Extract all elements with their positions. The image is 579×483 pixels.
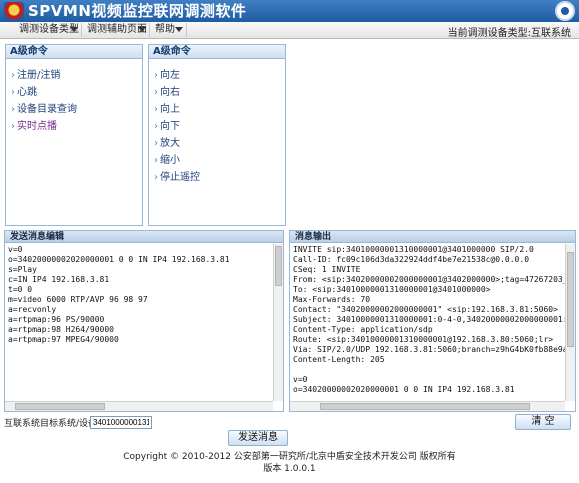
panel-a-commands-ptz: A级命令 向左 向右 向上 向下 放大 缩小 停止遥控 <box>148 44 286 226</box>
send-message-textarea[interactable]: v=0 o=34020000002020000001 0 0 IN IP4 19… <box>5 243 273 401</box>
output-editor-title: 消息输出 <box>290 231 575 243</box>
scroll-thumb[interactable] <box>15 403 105 410</box>
cmd-catalog-query[interactable]: 设备目录查询 <box>11 101 142 118</box>
send-editor-hscrollbar[interactable] <box>5 401 273 411</box>
app-title: SPVMN视频监控联网调测软件 <box>28 2 247 20</box>
police-emblem-icon <box>4 2 24 20</box>
send-message-editor: 发送消息编辑 v=0 o=34020000002020000001 0 0 IN… <box>4 230 284 412</box>
message-output-editor: 消息输出 INVITE sip:34010000001310000001@340… <box>289 230 576 412</box>
cmd-live-play[interactable]: 实时点播 <box>11 118 142 135</box>
target-id-input[interactable] <box>90 416 152 429</box>
chevron-down-icon <box>175 27 183 32</box>
cmd-stop-ptz[interactable]: 停止遥控 <box>154 169 285 186</box>
cmd-zoom-out[interactable]: 缩小 <box>154 152 285 169</box>
send-editor-title: 发送消息编辑 <box>5 231 283 243</box>
scroll-thumb[interactable] <box>320 403 530 410</box>
cmd-ptz-up[interactable]: 向上 <box>154 101 285 118</box>
cmd-ptz-right[interactable]: 向右 <box>154 84 285 101</box>
app-logo-icon <box>555 1 575 21</box>
cmd-heartbeat[interactable]: 心跳 <box>11 84 142 101</box>
cmd-ptz-down[interactable]: 向下 <box>154 118 285 135</box>
chevron-down-icon <box>138 27 146 32</box>
cmd-zoom-in[interactable]: 放大 <box>154 135 285 152</box>
cmd-register[interactable]: 注册/注销 <box>11 67 142 84</box>
menu-help[interactable]: 帮助 <box>152 23 187 37</box>
cmd-ptz-left[interactable]: 向左 <box>154 67 285 84</box>
footer-version: 版本 1.0.0.1 <box>263 464 316 474</box>
menu-bar: 调测设备类型 调测辅助页面 帮助 当前调测设备类型:互联系统 <box>0 22 579 39</box>
menu-device-type[interactable]: 调测设备类型 <box>16 23 82 37</box>
menu-aux-pages[interactable]: 调测辅助页面 <box>84 23 150 37</box>
send-button[interactable]: 发送消息 <box>228 430 288 446</box>
chevron-down-icon <box>70 27 78 32</box>
send-editor-vscrollbar[interactable] <box>273 244 283 401</box>
panel-a-commands-left: A级命令 注册/注销 心跳 设备目录查询 实时点播 <box>5 44 143 226</box>
scroll-thumb[interactable] <box>275 246 282 286</box>
menu-help-label: 帮助 <box>155 24 175 35</box>
app-banner: SPVMN视频监控联网调测软件 <box>0 0 579 22</box>
current-device-type: 当前调测设备类型:互联系统 <box>447 28 571 39</box>
message-output-textarea[interactable]: INVITE sip:34010000001310000001@34010000… <box>290 243 565 401</box>
output-editor-vscrollbar[interactable] <box>565 244 575 401</box>
output-editor-hscrollbar[interactable] <box>290 401 565 411</box>
scroll-thumb[interactable] <box>567 252 574 347</box>
panel-title: A级命令 <box>149 45 285 59</box>
panel-title: A级命令 <box>6 45 142 59</box>
clear-button[interactable]: 清 空 <box>515 414 571 430</box>
